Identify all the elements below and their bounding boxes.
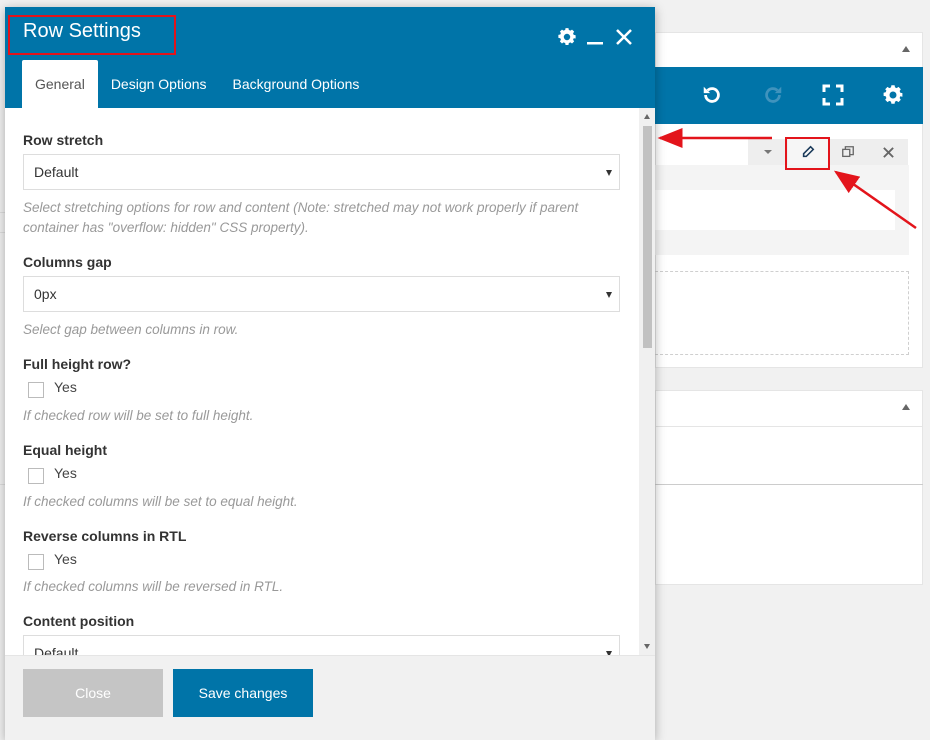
full-height-checkbox[interactable] (28, 382, 44, 398)
equal-height-checkbox-label[interactable]: Yes (54, 465, 77, 481)
equal-height-help: If checked columns will be set to equal … (23, 494, 298, 509)
full-height-label: Full height row? (23, 356, 132, 372)
gear-icon[interactable] (555, 25, 579, 49)
reverse-rtl-checkbox[interactable] (28, 554, 44, 570)
reverse-rtl-checkbox-label[interactable]: Yes (54, 551, 77, 567)
close-icon[interactable] (612, 25, 636, 49)
row-stretch-value: Default (34, 164, 79, 180)
tab-background-options[interactable]: Background Options (220, 60, 373, 108)
scroll-down-arrow-icon[interactable] (644, 644, 650, 649)
collapse-caret-icon[interactable] (902, 46, 910, 52)
equal-height-label: Equal height (23, 442, 107, 458)
row-stretch-label: Row stretch (23, 132, 104, 148)
columns-gap-help: Select gap between columns in row. (23, 322, 239, 337)
columns-gap-value: 0px (34, 286, 57, 302)
content-position-value: Default (34, 645, 79, 655)
content-position-label: Content position (23, 613, 135, 629)
pencil-icon (802, 145, 815, 158)
undo-icon[interactable] (698, 81, 726, 109)
modal-body: Row stretch Default Select stretching op… (5, 108, 639, 655)
close-button[interactable]: Close (23, 669, 163, 717)
scroll-up-arrow-icon[interactable] (644, 114, 650, 119)
tab-design-options[interactable]: Design Options (98, 60, 220, 108)
row-stretch-help: Select stretching options for row and co… (23, 200, 579, 235)
full-height-checkbox-label[interactable]: Yes (54, 379, 77, 395)
columns-gap-label: Columns gap (23, 254, 112, 270)
equal-height-checkbox[interactable] (28, 468, 44, 484)
modal-scrollbar[interactable] (639, 108, 655, 655)
delete-row-button[interactable] (869, 139, 908, 165)
row-dropdown-button[interactable] (748, 139, 788, 165)
row-stretch-select[interactable]: Default (23, 154, 620, 190)
panel-header[interactable] (656, 391, 922, 427)
full-height-option[interactable]: Yes (28, 379, 77, 398)
dropdown-arrow-icon (606, 170, 612, 176)
column-placeholder (655, 190, 895, 230)
columns-gap-select[interactable]: 0px (23, 276, 620, 312)
reverse-rtl-label: Reverse columns in RTL (23, 528, 187, 544)
modal-tabs: General Design Options Background Option… (22, 60, 372, 108)
delete-icon (883, 146, 894, 158)
collapse-caret-icon[interactable] (902, 404, 910, 410)
reverse-rtl-help: If checked columns will be reversed in R… (23, 579, 284, 594)
tab-general[interactable]: General (22, 60, 98, 108)
modal-header[interactable]: Row Settings General Design Options Back… (5, 7, 655, 108)
minimize-icon[interactable] (583, 25, 607, 49)
row-controls (748, 139, 908, 165)
modal-footer: Close Save changes (5, 655, 655, 740)
add-element-area[interactable] (655, 271, 909, 355)
panel-header[interactable] (656, 33, 922, 68)
full-height-help: If checked row will be set to full heigh… (23, 408, 254, 423)
edit-row-button[interactable] (788, 139, 828, 165)
content-position-select[interactable]: Default (23, 635, 620, 655)
reverse-rtl-option[interactable]: Yes (28, 551, 77, 570)
save-changes-button[interactable]: Save changes (173, 669, 313, 717)
fullscreen-icon[interactable] (819, 81, 847, 109)
dropdown-arrow-icon (606, 292, 612, 298)
clone-icon (842, 146, 854, 158)
modal-title: Row Settings (23, 20, 141, 42)
editor-toolbar (655, 67, 923, 124)
scroll-thumb[interactable] (643, 126, 652, 348)
row-settings-modal: Row Settings General Design Options Back… (5, 7, 655, 740)
settings-gear-icon[interactable] (879, 81, 907, 109)
divider (655, 484, 923, 485)
clone-row-button[interactable] (828, 139, 868, 165)
editor-panel-bottom (655, 390, 923, 585)
equal-height-option[interactable]: Yes (28, 465, 77, 484)
redo-icon[interactable] (759, 81, 787, 109)
